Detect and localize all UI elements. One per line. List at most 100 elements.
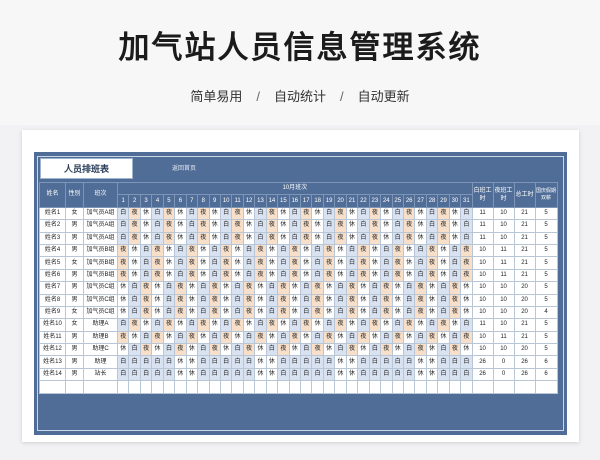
cell-gender[interactable]: 男 xyxy=(65,343,84,357)
cell-name[interactable]: 姓名14 xyxy=(39,367,66,382)
cell-shift[interactable]: 夜 xyxy=(151,256,164,270)
cell-shift[interactable]: 白 xyxy=(322,367,336,382)
cell-shift[interactable]: 白 xyxy=(151,231,164,245)
cell-shift[interactable]: 白 xyxy=(357,355,370,369)
cell-shift[interactable]: 白 xyxy=(116,231,130,245)
cell-empty[interactable] xyxy=(242,380,256,394)
cell-shift[interactable]: 休 xyxy=(334,367,347,382)
cell-shift[interactable]: 夜 xyxy=(151,243,164,258)
cell-shift[interactable]: 休 xyxy=(162,268,176,283)
cell-shift[interactable]: 休 xyxy=(242,318,256,332)
cell-shift[interactable]: 白 xyxy=(242,355,256,369)
cell-shift[interactable]: 休 xyxy=(345,318,359,332)
cell-shift[interactable]: 休 xyxy=(197,268,210,283)
cell-shift[interactable]: 白 xyxy=(368,281,382,295)
cell-night-hours[interactable]: 10 xyxy=(492,281,515,295)
cell-shift[interactable]: 休 xyxy=(208,231,221,245)
cell-shift[interactable]: 白 xyxy=(128,305,141,320)
cell-shift[interactable]: 白 xyxy=(299,343,313,357)
cell-shift[interactable]: 夜 xyxy=(357,256,370,270)
cell-shift[interactable]: 白 xyxy=(197,343,210,357)
cell-total-hours[interactable]: 20 xyxy=(513,305,536,320)
cell-shift[interactable]: 白 xyxy=(265,281,279,295)
cell-shift[interactable]: 夜 xyxy=(151,330,164,345)
cell-shift[interactable]: 夜 xyxy=(414,281,427,295)
cell-shift[interactable]: 休 xyxy=(208,219,221,233)
cell-gender[interactable]: 男 xyxy=(65,219,84,233)
cell-shift-group[interactable]: 加气员B组 xyxy=(83,256,118,270)
cell-shift[interactable]: 白 xyxy=(242,256,256,270)
cell-empty[interactable] xyxy=(299,380,313,394)
cell-shift[interactable]: 白 xyxy=(368,293,382,307)
cell-shift[interactable]: 休 xyxy=(288,281,302,295)
cell-shift[interactable]: 白 xyxy=(128,355,141,369)
cell-empty[interactable] xyxy=(368,380,382,394)
cell-empty[interactable] xyxy=(322,380,336,394)
cell-shift[interactable]: 白 xyxy=(151,219,164,233)
cell-total-hours[interactable]: 21 xyxy=(513,256,536,270)
cell-total-hours[interactable]: 21 xyxy=(513,268,536,283)
cell-total-hours[interactable]: 20 xyxy=(513,293,536,307)
cell-shift[interactable]: 白 xyxy=(368,367,382,382)
cell-shift[interactable]: 休 xyxy=(185,343,199,357)
cell-shift[interactable]: 夜 xyxy=(402,206,416,221)
cell-shift[interactable]: 白 xyxy=(448,330,462,345)
cell-shift[interactable]: 白 xyxy=(174,243,187,258)
cell-shift[interactable]: 白 xyxy=(288,367,302,382)
cell-empty[interactable] xyxy=(380,380,393,394)
cell-shift[interactable]: 休 xyxy=(391,281,404,295)
cell-day-hours[interactable]: 10 xyxy=(471,330,494,345)
cell-gender[interactable]: 男 xyxy=(65,281,84,295)
cell-shift[interactable]: 休 xyxy=(345,367,359,382)
cell-night-hours[interactable]: 0 xyxy=(492,367,515,382)
cell-total-hours[interactable]: 20 xyxy=(513,281,536,295)
cell-shift[interactable]: 休 xyxy=(414,318,427,332)
cell-shift[interactable]: 白 xyxy=(425,206,439,221)
cell-shift-group[interactable]: 加气员C组 xyxy=(83,281,118,295)
cell-empty[interactable] xyxy=(437,380,450,394)
cell-shift[interactable]: 夜 xyxy=(185,268,199,283)
cell-shift[interactable]: 白 xyxy=(116,318,130,332)
cell-shift[interactable]: 白 xyxy=(139,355,153,369)
cell-shift[interactable]: 夜 xyxy=(368,206,382,221)
cell-gender[interactable]: 男 xyxy=(65,293,84,307)
cell-shift[interactable]: 休 xyxy=(334,355,347,369)
cell-shift[interactable]: 白 xyxy=(334,305,347,320)
cell-shift[interactable]: 休 xyxy=(116,343,130,357)
cell-shift[interactable]: 休 xyxy=(368,268,382,283)
cell-shift[interactable]: 夜 xyxy=(380,305,393,320)
cell-shift[interactable]: 夜 xyxy=(425,268,439,283)
cell-shift[interactable]: 休 xyxy=(345,231,359,245)
cell-empty[interactable] xyxy=(185,380,199,394)
cell-name[interactable]: 姓名8 xyxy=(39,293,66,307)
cell-name[interactable]: 姓名1 xyxy=(39,206,66,221)
cell-gender[interactable]: 男 xyxy=(65,330,84,345)
cell-shift[interactable]: 白 xyxy=(128,343,141,357)
cell-shift[interactable]: 白 xyxy=(185,206,199,221)
cell-shift[interactable]: 夜 xyxy=(414,343,427,357)
cell-shift[interactable]: 白 xyxy=(357,219,370,233)
cell-shift[interactable]: 白 xyxy=(219,206,233,221)
cell-gender[interactable]: 男 xyxy=(65,367,84,382)
cell-shift[interactable]: 休 xyxy=(414,367,427,382)
cell-name[interactable]: 姓名10 xyxy=(39,318,66,332)
cell-shift[interactable]: 夜 xyxy=(460,243,473,258)
cell-shift[interactable]: 白 xyxy=(139,268,153,283)
cell-shift[interactable]: 白 xyxy=(368,355,382,369)
cell-shift[interactable]: 白 xyxy=(402,281,416,295)
cell-shift[interactable]: 休 xyxy=(174,206,187,221)
cell-empty[interactable] xyxy=(460,380,473,394)
cell-shift[interactable]: 休 xyxy=(311,231,324,245)
cell-shift[interactable]: 夜 xyxy=(185,330,199,345)
cell-shift[interactable]: 白 xyxy=(265,293,279,307)
cell-shift[interactable]: 白 xyxy=(345,243,359,258)
cell-shift[interactable]: 白 xyxy=(162,305,176,320)
cell-shift[interactable]: 休 xyxy=(128,256,141,270)
cell-name[interactable]: 姓名12 xyxy=(39,343,66,357)
cell-shift[interactable]: 夜 xyxy=(277,293,290,307)
cell-shift[interactable]: 夜 xyxy=(437,318,450,332)
cell-shift[interactable]: 白 xyxy=(345,268,359,283)
cell-shift[interactable]: 白 xyxy=(380,330,393,345)
cell-shift[interactable]: 休 xyxy=(311,318,324,332)
cell-shift[interactable]: 白 xyxy=(208,330,221,345)
